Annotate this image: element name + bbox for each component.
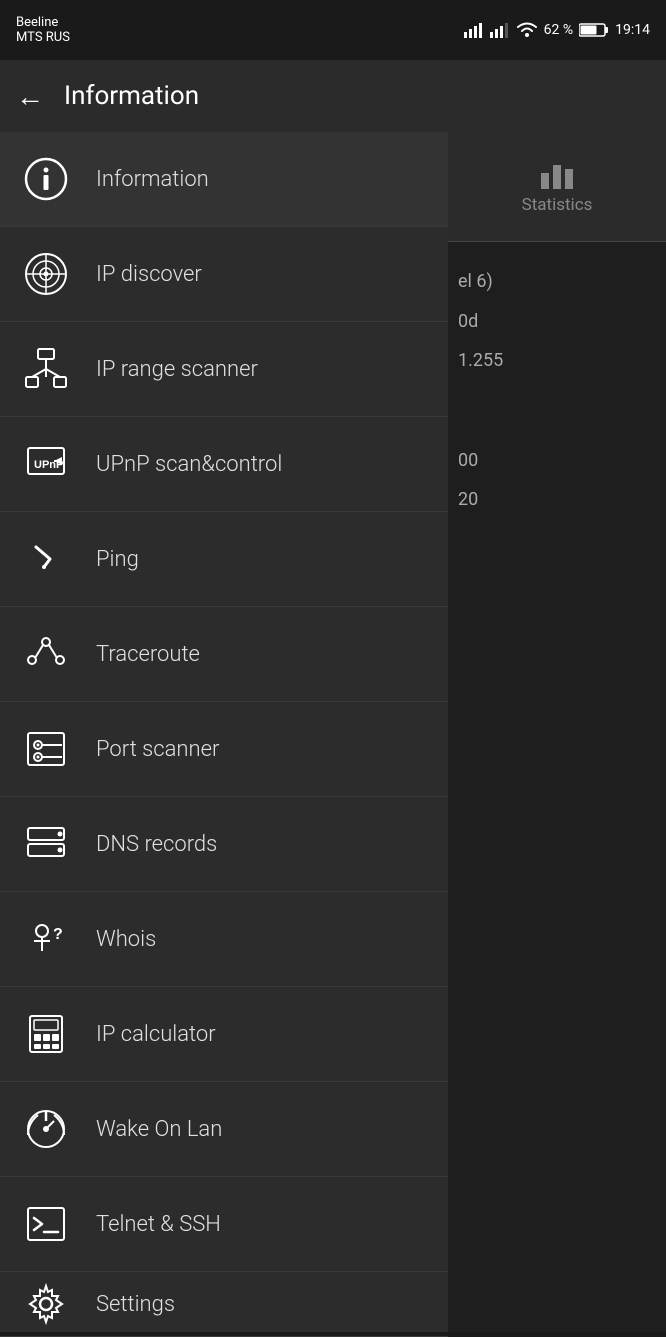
navigation-drawer: Information IP discover	[0, 132, 448, 1332]
status-right: 62 % 19:14	[464, 22, 650, 38]
radar-icon	[20, 248, 72, 300]
signal2-icon	[490, 22, 510, 38]
settings-icon	[20, 1278, 72, 1330]
menu-label-ip-range-scanner: IP range scanner	[96, 357, 258, 382]
menu-item-wake-on-lan[interactable]: Wake On Lan	[0, 1082, 448, 1177]
content-line5: 20	[458, 480, 656, 520]
menu-label-telnet-ssh: Telnet & SSH	[96, 1212, 221, 1237]
menu-label-whois: Whois	[96, 927, 156, 952]
dns-icon	[20, 818, 72, 870]
menu-label-ip-calculator: IP calculator	[96, 1022, 216, 1047]
traceroute-icon	[20, 628, 72, 680]
bar-chart-icon	[539, 159, 575, 189]
carrier2: MTS RUS	[16, 30, 70, 45]
content-line3: 1.255	[458, 341, 656, 381]
main-area: Information IP discover	[0, 132, 666, 1332]
menu-label-wake-on-lan: Wake On Lan	[96, 1117, 222, 1142]
time: 19:14	[615, 22, 650, 38]
svg-text:?: ?	[53, 926, 63, 943]
menu-label-ping: Ping	[96, 547, 139, 572]
menu-item-telnet-ssh[interactable]: Telnet & SSH	[0, 1177, 448, 1272]
menu-label-port-scanner: Port scanner	[96, 737, 219, 762]
terminal-icon	[20, 1198, 72, 1250]
statistics-tab-label: Statistics	[522, 195, 593, 215]
battery-level: 62 %	[544, 22, 573, 38]
content-line1: el 6)	[458, 262, 656, 302]
menu-item-settings[interactable]: Settings	[0, 1272, 448, 1337]
menu-label-ip-discover: IP discover	[96, 262, 202, 287]
calculator-icon	[20, 1008, 72, 1060]
upnp-icon: UPnP	[20, 438, 72, 490]
whois-icon: ?	[20, 913, 72, 965]
info-icon	[20, 153, 72, 205]
content-line4: 00	[458, 441, 656, 481]
menu-item-traceroute[interactable]: Traceroute	[0, 607, 448, 702]
menu-item-whois[interactable]: ? Whois	[0, 892, 448, 987]
menu-label-dns-records: DNS records	[96, 832, 217, 857]
carrier-info: Beeline MTS RUS	[16, 15, 70, 45]
menu-label-settings: Settings	[96, 1292, 175, 1317]
carrier1: Beeline	[16, 15, 70, 30]
ping-icon	[20, 533, 72, 585]
menu-item-upnp[interactable]: UPnP UPnP scan&control	[0, 417, 448, 512]
battery-icon	[579, 22, 609, 38]
wifi-icon	[516, 22, 538, 38]
network-icon	[20, 343, 72, 395]
menu-item-ip-calculator[interactable]: IP calculator	[0, 987, 448, 1082]
right-panel-content: el 6) 0d 1.255 00 20	[448, 242, 666, 1332]
menu-label-information: Information	[96, 167, 209, 192]
menu-item-ip-range-scanner[interactable]: IP range scanner	[0, 322, 448, 417]
right-panel: Statistics el 6) 0d 1.255 00 20	[448, 132, 666, 1332]
menu-item-ip-discover[interactable]: IP discover	[0, 227, 448, 322]
statistics-tab[interactable]: Statistics	[448, 132, 666, 242]
menu-item-information[interactable]: Information	[0, 132, 448, 227]
menu-label-traceroute: Traceroute	[96, 642, 200, 667]
content-line2: 0d	[458, 302, 656, 342]
menu-item-ping[interactable]: Ping	[0, 512, 448, 607]
port-icon	[20, 723, 72, 775]
menu-label-upnp: UPnP scan&control	[96, 452, 282, 477]
menu-item-port-scanner[interactable]: Port scanner	[0, 702, 448, 797]
top-bar: ← Information	[0, 60, 666, 132]
status-bar: Beeline MTS RUS 62 %	[0, 0, 666, 60]
back-button[interactable]: ←	[16, 80, 44, 113]
signal1-icon	[464, 22, 484, 38]
page-title: Information	[64, 81, 199, 111]
wol-icon	[20, 1103, 72, 1155]
menu-item-dns-records[interactable]: DNS records	[0, 797, 448, 892]
